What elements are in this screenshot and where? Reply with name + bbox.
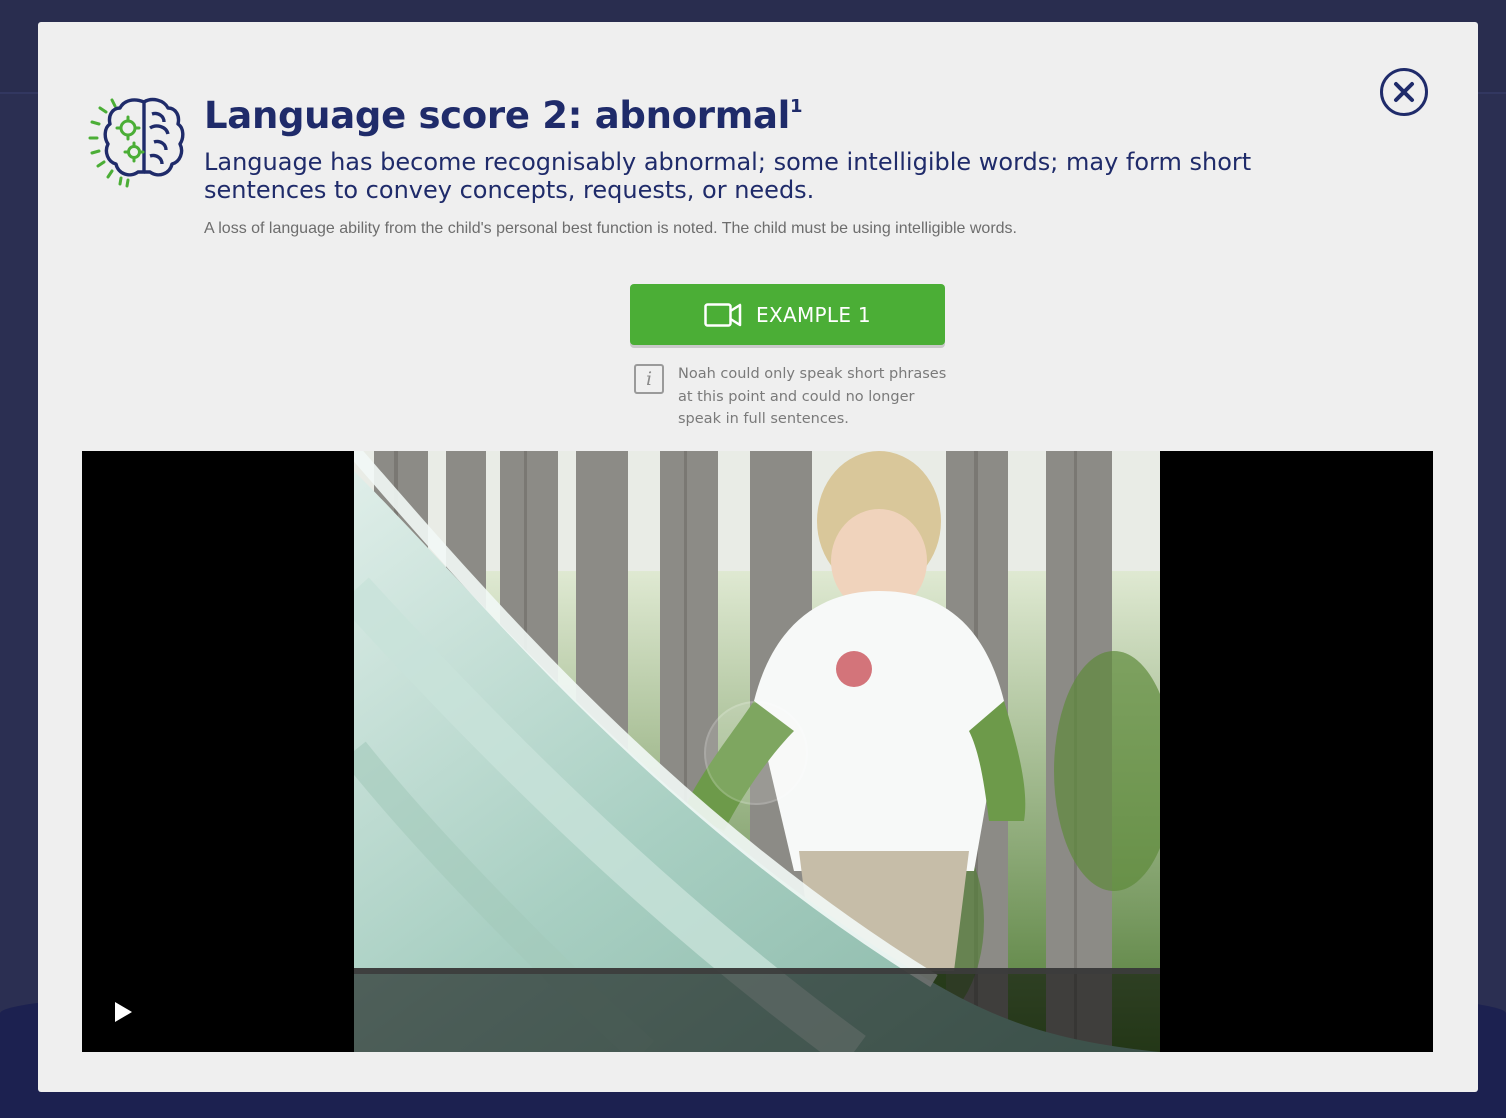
video-controls-bar	[82, 968, 1433, 1052]
play-icon[interactable]	[106, 996, 138, 1028]
score-subtitle: Language has become recognisably abnorma…	[204, 148, 1252, 204]
example-button-label: EXAMPLE 1	[756, 302, 871, 327]
video-center-play-overlay[interactable]	[704, 701, 808, 805]
score-description: A loss of language ability from the chil…	[204, 220, 1017, 237]
video-player[interactable]	[82, 451, 1433, 1052]
video-progress-bar[interactable]	[354, 968, 1160, 974]
example-1-button[interactable]: EXAMPLE 1	[630, 284, 945, 345]
info-icon: i	[634, 364, 664, 394]
close-button[interactable]	[1380, 68, 1428, 116]
brain-gears-icon	[88, 97, 185, 188]
page-title: Language score 2: abnormal1	[204, 94, 803, 137]
close-icon	[1394, 82, 1414, 102]
title-footnote-marker: 1	[790, 96, 803, 117]
info-text: Noah could only speak short phrases at t…	[678, 366, 947, 427]
score-modal: Language score 2: abnormal1 Language has…	[38, 22, 1478, 1092]
video-camera-icon	[704, 302, 742, 327]
title-text: Language score 2: abnormal	[204, 94, 791, 137]
